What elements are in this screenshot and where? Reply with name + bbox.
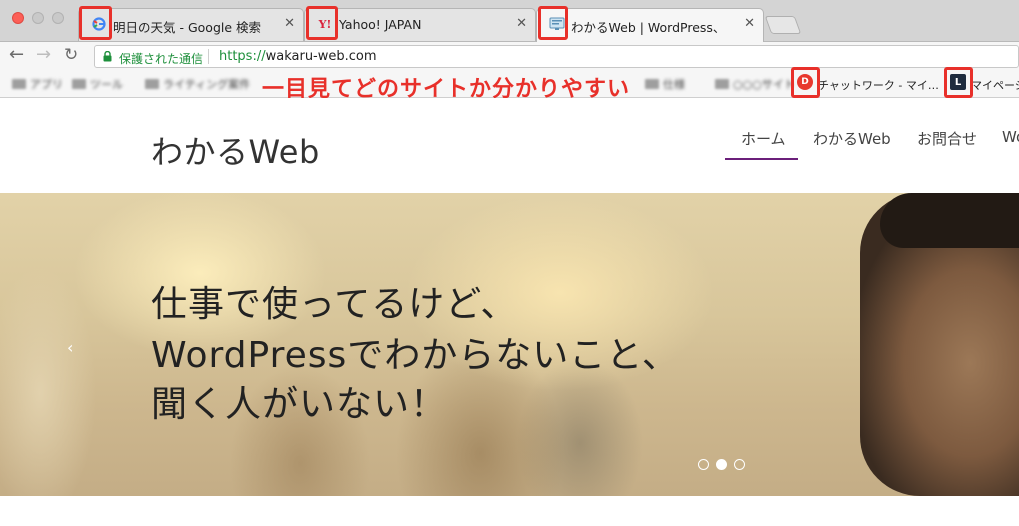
nav-home[interactable]: ホーム: [741, 128, 786, 149]
highlight-box-wakaru-favicon: [538, 6, 568, 40]
toolbar: ← → ↻ 保護された通信 https://wakaru-web.com: [0, 42, 1019, 70]
close-icon[interactable]: ✕: [516, 16, 527, 31]
folder-icon: [72, 79, 86, 89]
highlight-box-chatwork-favicon: [791, 67, 820, 98]
tab-title: わかるWeb | WordPress、HTML: [571, 20, 721, 35]
hero-headline-line-1: 仕事で使ってるけど、: [151, 284, 518, 325]
nav-wakaru-web[interactable]: わかるWeb: [813, 128, 891, 149]
bookmark-blurred[interactable]: アプリ: [12, 77, 63, 91]
bookmark-blurred[interactable]: 仕様: [645, 77, 685, 91]
highlight-box-mypage-favicon: [944, 67, 973, 98]
tab-wakaru-web[interactable]: わかるWeb | WordPress、HTML ✕: [536, 8, 764, 42]
bookmark-blurred[interactable]: ツール: [72, 77, 123, 91]
secure-connection-label[interactable]: 保護された通信: [119, 50, 203, 67]
hero-slider: 仕事で使ってるけど、 WordPressでわからないこと、 聞く人がいない！ ‹: [0, 193, 1019, 496]
minimize-window-button[interactable]: [32, 12, 44, 24]
url-scheme: https://: [219, 49, 266, 64]
back-arrow-icon[interactable]: ←: [9, 46, 24, 64]
tab-title: Yahoo! JAPAN: [339, 17, 422, 32]
reload-icon[interactable]: ↻: [64, 46, 78, 64]
close-icon[interactable]: ✕: [284, 16, 295, 31]
chevron-left-icon[interactable]: ‹: [67, 338, 73, 357]
new-tab-button[interactable]: [764, 16, 802, 34]
folder-icon: [145, 79, 159, 89]
url-host: wakaru-web.com: [265, 49, 377, 64]
browser-chrome: 明日の天気 - Google 検索 ✕ Y! Yahoo! JAPAN ✕ わか…: [0, 0, 1019, 102]
highlight-box-yahoo-favicon: [306, 6, 338, 40]
slider-dot[interactable]: [734, 459, 745, 470]
tab-yahoo[interactable]: Y! Yahoo! JAPAN ✕: [304, 8, 536, 41]
bookmark-mypage[interactable]: マイページ: [971, 77, 1019, 93]
nav-wordpress[interactable]: Wo: [1002, 128, 1019, 146]
site-header: わかるWeb ホーム わかるWeb お問合せ Wo: [0, 98, 1019, 193]
slider-dot[interactable]: [716, 459, 727, 470]
bookmark-blurred[interactable]: ○○○サイト: [715, 77, 795, 91]
nav-contact[interactable]: お問合せ: [917, 128, 977, 149]
forward-arrow-icon[interactable]: →: [36, 46, 51, 64]
highlight-box-google-favicon: [79, 6, 112, 40]
slider-dot[interactable]: [698, 459, 709, 470]
bookmark-blurred[interactable]: ライティング案件: [145, 77, 250, 91]
folder-icon: [645, 79, 659, 89]
hero-person-hair: [880, 193, 1019, 248]
lock-icon: [103, 51, 112, 62]
url-text[interactable]: https://wakaru-web.com: [219, 49, 377, 64]
close-icon[interactable]: ✕: [744, 16, 755, 31]
folder-icon: [12, 79, 26, 89]
tab-strip: 明日の天気 - Google 検索 ✕ Y! Yahoo! JAPAN ✕ わか…: [0, 0, 1019, 42]
hero-headline-line-2: WordPressでわからないこと、: [151, 335, 679, 376]
zoom-window-button[interactable]: [52, 12, 64, 24]
site-logo[interactable]: わかるWeb: [151, 127, 320, 173]
address-bar[interactable]: 保護された通信 https://wakaru-web.com: [94, 45, 1019, 68]
tab-title: 明日の天気 - Google 検索: [113, 20, 262, 35]
hero-headline-line-3: 聞く人がいない！: [151, 384, 448, 425]
close-window-button[interactable]: [12, 12, 24, 24]
bookmark-chatwork[interactable]: チャットワーク - マイ…: [818, 77, 939, 93]
folder-icon: [715, 79, 729, 89]
divider: [208, 49, 209, 64]
nav-active-indicator: [725, 158, 798, 160]
